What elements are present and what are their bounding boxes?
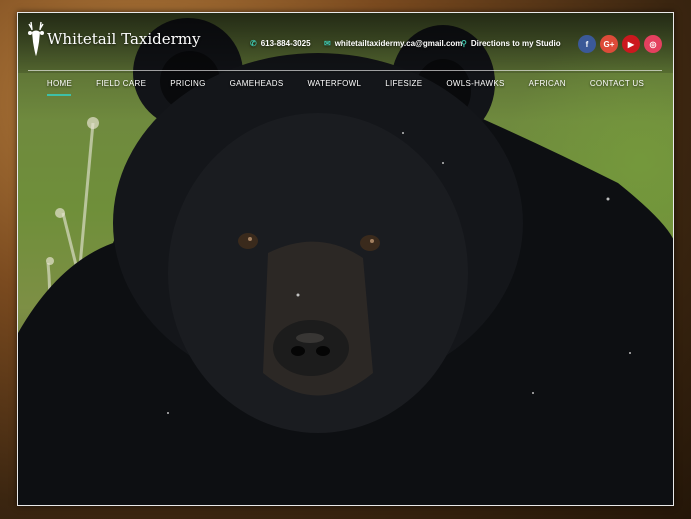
directions-label: Directions to my Studio — [470, 39, 561, 48]
site-title: Whitetail Taxidermy — [47, 30, 201, 48]
map-pin-icon: ⚲ — [461, 39, 467, 48]
email-contact[interactable]: ✉ whitetailtaxidermy.ca@gmail.com — [324, 39, 462, 48]
header-divider — [28, 70, 662, 71]
youtube-icon[interactable]: ▶ — [622, 35, 640, 53]
envelope-icon: ✉ — [324, 39, 331, 48]
nav-item-waterfowl[interactable]: WATERFOWL — [295, 79, 373, 88]
nav-item-home[interactable]: HOME — [35, 79, 84, 88]
nav-item-pricing[interactable]: PRICING — [158, 79, 217, 88]
google-plus-icon[interactable]: G+ — [600, 35, 618, 53]
phone-number: 613-884-3025 — [260, 39, 311, 48]
nav-item-gameheads[interactable]: GAMEHEADS — [218, 79, 296, 88]
phone-icon: ✆ — [250, 39, 257, 48]
social-links: f G+ ▶ ◎ — [578, 35, 662, 53]
facebook-icon[interactable]: f — [578, 35, 596, 53]
nav-item-contact-us[interactable]: CONTACT US — [578, 79, 656, 88]
phone-contact[interactable]: ✆ 613-884-3025 — [250, 39, 311, 48]
nav-item-lifesize[interactable]: LIFESIZE — [373, 79, 434, 88]
header-bar: Whitetail Taxidermy ✆ 613-884-3025 ✉ whi… — [18, 13, 673, 73]
nav-item-owls-hawks[interactable]: OWLS-HAWKS — [434, 79, 516, 88]
nav-item-field-care[interactable]: FIELD CARE — [84, 79, 158, 88]
email-address: whitetailtaxidermy.ca@gmail.com — [334, 39, 463, 48]
instagram-icon[interactable]: ◎ — [644, 35, 662, 53]
browser-frame: Whitetail Taxidermy ✆ 613-884-3025 ✉ whi… — [17, 12, 674, 506]
site-logo[interactable]: Whitetail Taxidermy — [27, 20, 201, 58]
deer-head-icon — [28, 21, 44, 56]
directions-link[interactable]: ⚲ Directions to my Studio — [461, 39, 561, 48]
main-nav: HOME FIELD CARE PRICING GAMEHEADS WATERF… — [18, 79, 673, 88]
nav-item-african[interactable]: AFRICAN — [517, 79, 578, 88]
